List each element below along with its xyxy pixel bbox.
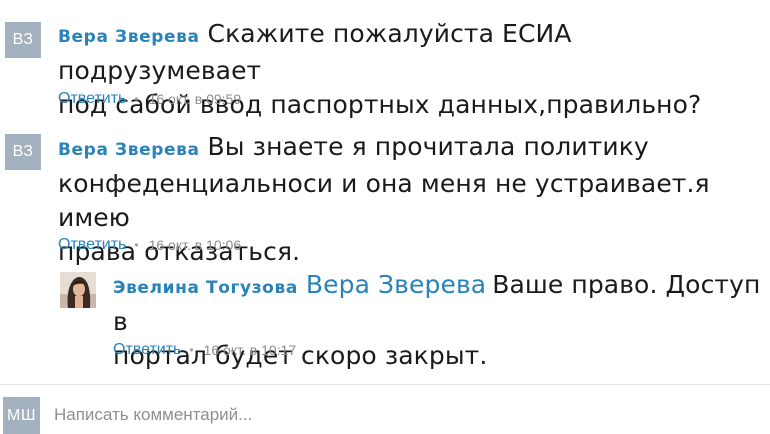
separator-dot: • bbox=[189, 343, 194, 357]
reply-link[interactable]: Ответить bbox=[58, 90, 126, 108]
timestamp[interactable]: 16 окт. в 10:17 bbox=[204, 342, 297, 358]
author-name[interactable]: Эвелина Тогузова bbox=[113, 278, 298, 298]
separator-dot: • bbox=[134, 238, 139, 252]
separator-dot: • bbox=[134, 92, 139, 106]
avatar[interactable]: ВЗ bbox=[5, 22, 41, 58]
user-photo-avatar[interactable] bbox=[60, 272, 96, 308]
current-user-avatar: МШ bbox=[3, 397, 40, 434]
comment-meta: Ответить • 16 окт. в 10:06 bbox=[58, 236, 241, 254]
comment-text-line: Вы знаете я прочитала политику bbox=[207, 132, 649, 161]
timestamp[interactable]: 16 окт. в 09:59 bbox=[149, 91, 242, 107]
mention-link[interactable]: Вера Зверева bbox=[306, 270, 486, 299]
comment-input[interactable] bbox=[52, 401, 756, 429]
reply-link[interactable]: Ответить bbox=[113, 341, 181, 359]
avatar[interactable]: ВЗ bbox=[5, 134, 41, 170]
comment-meta: Ответить • 16 окт. в 10:17 bbox=[113, 341, 296, 359]
comment-meta: Ответить • 16 окт. в 09:59 bbox=[58, 90, 241, 108]
compose-comment: МШ bbox=[0, 385, 770, 434]
reply-link[interactable]: Ответить bbox=[58, 236, 126, 254]
timestamp[interactable]: 16 окт. в 10:06 bbox=[149, 237, 242, 253]
author-name[interactable]: Вера Зверева bbox=[58, 140, 200, 160]
user-photo-icon bbox=[60, 272, 96, 308]
comment-text-line: конфеденциальноси и она меня не устраива… bbox=[58, 169, 710, 232]
author-name[interactable]: Вера Зверева bbox=[58, 27, 200, 47]
